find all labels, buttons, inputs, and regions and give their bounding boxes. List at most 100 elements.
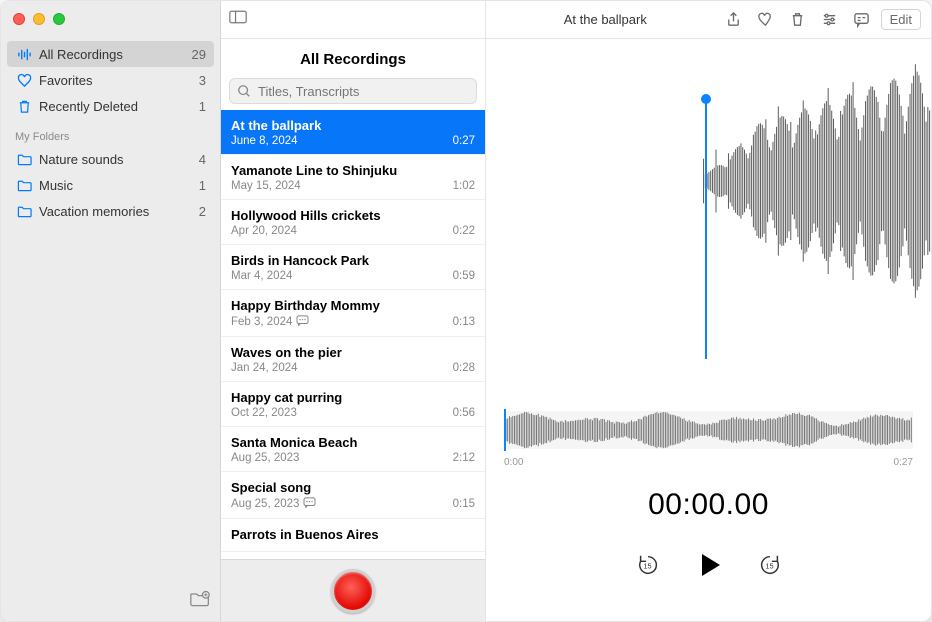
recording-name: Birds in Hancock Park: [231, 253, 475, 268]
sidebar-item-label: Favorites: [39, 73, 199, 88]
search-icon: [237, 84, 251, 98]
selection-line[interactable]: [705, 99, 707, 359]
skip-back-15-button[interactable]: 15: [636, 553, 660, 582]
recording-item[interactable]: Happy cat purring Oct 22, 2023 0:56: [221, 382, 485, 427]
folder-icon: [15, 176, 33, 194]
share-button[interactable]: [721, 8, 747, 32]
voice-memos-window: All Recordings 29 Favorites 3 Recently D…: [0, 0, 932, 622]
overview-start: 0:00: [504, 457, 523, 468]
recording-item[interactable]: Waves on the pier Jan 24, 2024 0:28: [221, 337, 485, 382]
recording-name: Yamanote Line to Shinjuku: [231, 163, 475, 178]
waveform-overview[interactable]: [504, 411, 913, 449]
recording-date: Apr 20, 2024: [231, 225, 297, 237]
recording-item[interactable]: Happy Birthday Mommy Feb 3, 2024 0:13: [221, 290, 485, 337]
waveform-big: [486, 51, 931, 311]
close-window-button[interactable]: [13, 13, 25, 25]
recording-date: Aug 25, 2023: [231, 452, 299, 464]
new-folder-button[interactable]: [190, 590, 210, 613]
recording-name: Happy cat purring: [231, 390, 475, 405]
folder-item-nature-sounds[interactable]: Nature sounds 4: [7, 146, 214, 172]
recording-date: Mar 4, 2024: [231, 270, 292, 282]
sidebar-item-label: All Recordings: [39, 47, 192, 62]
record-button[interactable]: [331, 569, 375, 613]
playback-controls: 15 15: [486, 550, 931, 585]
playhead[interactable]: [504, 409, 506, 451]
recording-name: Santa Monica Beach: [231, 435, 475, 450]
time-ruler-overview: 0:00 0:27: [504, 457, 913, 468]
recording-name: Waves on the pier: [231, 345, 475, 360]
sidebar-item-count: 1: [199, 99, 206, 114]
overview-end: 0:27: [894, 457, 913, 468]
recording-duration: 0:59: [453, 270, 475, 282]
recording-date: Feb 3, 2024: [231, 315, 309, 329]
options-button[interactable]: [817, 8, 843, 32]
sidebar-item-favorites[interactable]: Favorites 3: [7, 67, 214, 93]
recording-item[interactable]: Yamanote Line to Shinjuku May 15, 2024 1…: [221, 155, 485, 200]
recording-duration: 0:28: [453, 362, 475, 374]
sidebar-item-label: Recently Deleted: [39, 99, 199, 114]
waveform-zoom-area[interactable]: 0:000:010:02: [486, 39, 931, 359]
record-footer: [221, 559, 485, 621]
sidebar-footer: [1, 582, 220, 621]
recording-name: Parrots in Buenos Aires: [231, 527, 475, 542]
detail-title: At the ballpark: [496, 12, 715, 27]
recording-duration: 0:13: [453, 316, 475, 328]
list-title: All Recordings: [221, 39, 485, 78]
sidebar-item-count: 3: [199, 73, 206, 88]
recording-date: Aug 25, 2023: [231, 497, 316, 511]
window-traffic-lights: [1, 1, 220, 41]
transcript-icon: [296, 315, 309, 329]
sidebar-item-count: 4: [199, 152, 206, 167]
sidebar-item-label: Vacation memories: [39, 204, 199, 219]
trash-icon: [15, 97, 33, 115]
edit-button[interactable]: Edit: [881, 9, 921, 30]
minimize-window-button[interactable]: [33, 13, 45, 25]
recording-date: June 8, 2024: [231, 135, 298, 147]
folder-item-music[interactable]: Music 1: [7, 172, 214, 198]
recording-duration: 2:12: [453, 452, 475, 464]
sidebar-item-count: 2: [199, 204, 206, 219]
recording-list: At the ballpark June 8, 2024 0:27Yamanot…: [221, 110, 485, 559]
toggle-sidebar-button[interactable]: [229, 10, 247, 29]
my-folders-header: My Folders: [7, 119, 214, 146]
middle-toolbar: [221, 1, 485, 39]
recording-list-column: All Recordings At the ballpark June 8, 2…: [221, 1, 486, 621]
recording-item[interactable]: Santa Monica Beach Aug 25, 2023 2:12: [221, 427, 485, 472]
svg-text:15: 15: [643, 562, 651, 571]
heart-icon: [15, 71, 33, 89]
recording-item[interactable]: Special song Aug 25, 2023 0:15: [221, 472, 485, 519]
recording-item[interactable]: Parrots in Buenos Aires: [221, 519, 485, 552]
recording-item[interactable]: Hollywood Hills crickets Apr 20, 2024 0:…: [221, 200, 485, 245]
recording-name: Special song: [231, 480, 475, 495]
search-input[interactable]: [229, 78, 477, 104]
delete-button[interactable]: [785, 8, 811, 32]
recording-item[interactable]: Birds in Hancock Park Mar 4, 2024 0:59: [221, 245, 485, 290]
transcript-icon: [303, 497, 316, 511]
sidebar-item-recently-deleted[interactable]: Recently Deleted 1: [7, 93, 214, 119]
recording-name: Happy Birthday Mommy: [231, 298, 475, 313]
sidebar-item-all-recordings[interactable]: All Recordings 29: [7, 41, 214, 67]
recording-duration: 0:56: [453, 407, 475, 419]
sidebar-item-label: Nature sounds: [39, 152, 199, 167]
recording-date: Oct 22, 2023: [231, 407, 297, 419]
recording-duration: 0:22: [453, 225, 475, 237]
recording-duration: 1:02: [453, 180, 475, 192]
favorite-button[interactable]: [753, 8, 779, 32]
detail-toolbar: At the ballpark Edit: [486, 1, 931, 39]
recording-name: At the ballpark: [231, 118, 475, 133]
transcript-button[interactable]: [849, 8, 875, 32]
svg-text:15: 15: [765, 562, 773, 571]
selection-handle-top[interactable]: [701, 94, 711, 104]
recording-duration: 0:15: [453, 498, 475, 510]
detail-pane: At the ballpark Edit 0:000:010:02: [486, 1, 931, 621]
sidebar-list: All Recordings 29 Favorites 3 Recently D…: [1, 41, 220, 582]
waveform-mini: [504, 411, 913, 449]
sidebar-item-label: Music: [39, 178, 199, 193]
skip-forward-15-button[interactable]: 15: [758, 553, 782, 582]
search-field-container: [229, 78, 477, 104]
recording-date: Jan 24, 2024: [231, 362, 298, 374]
play-button[interactable]: [694, 550, 724, 585]
recording-item[interactable]: At the ballpark June 8, 2024 0:27: [221, 110, 485, 155]
folder-item-vacation-memories[interactable]: Vacation memories 2: [7, 198, 214, 224]
fullscreen-window-button[interactable]: [53, 13, 65, 25]
